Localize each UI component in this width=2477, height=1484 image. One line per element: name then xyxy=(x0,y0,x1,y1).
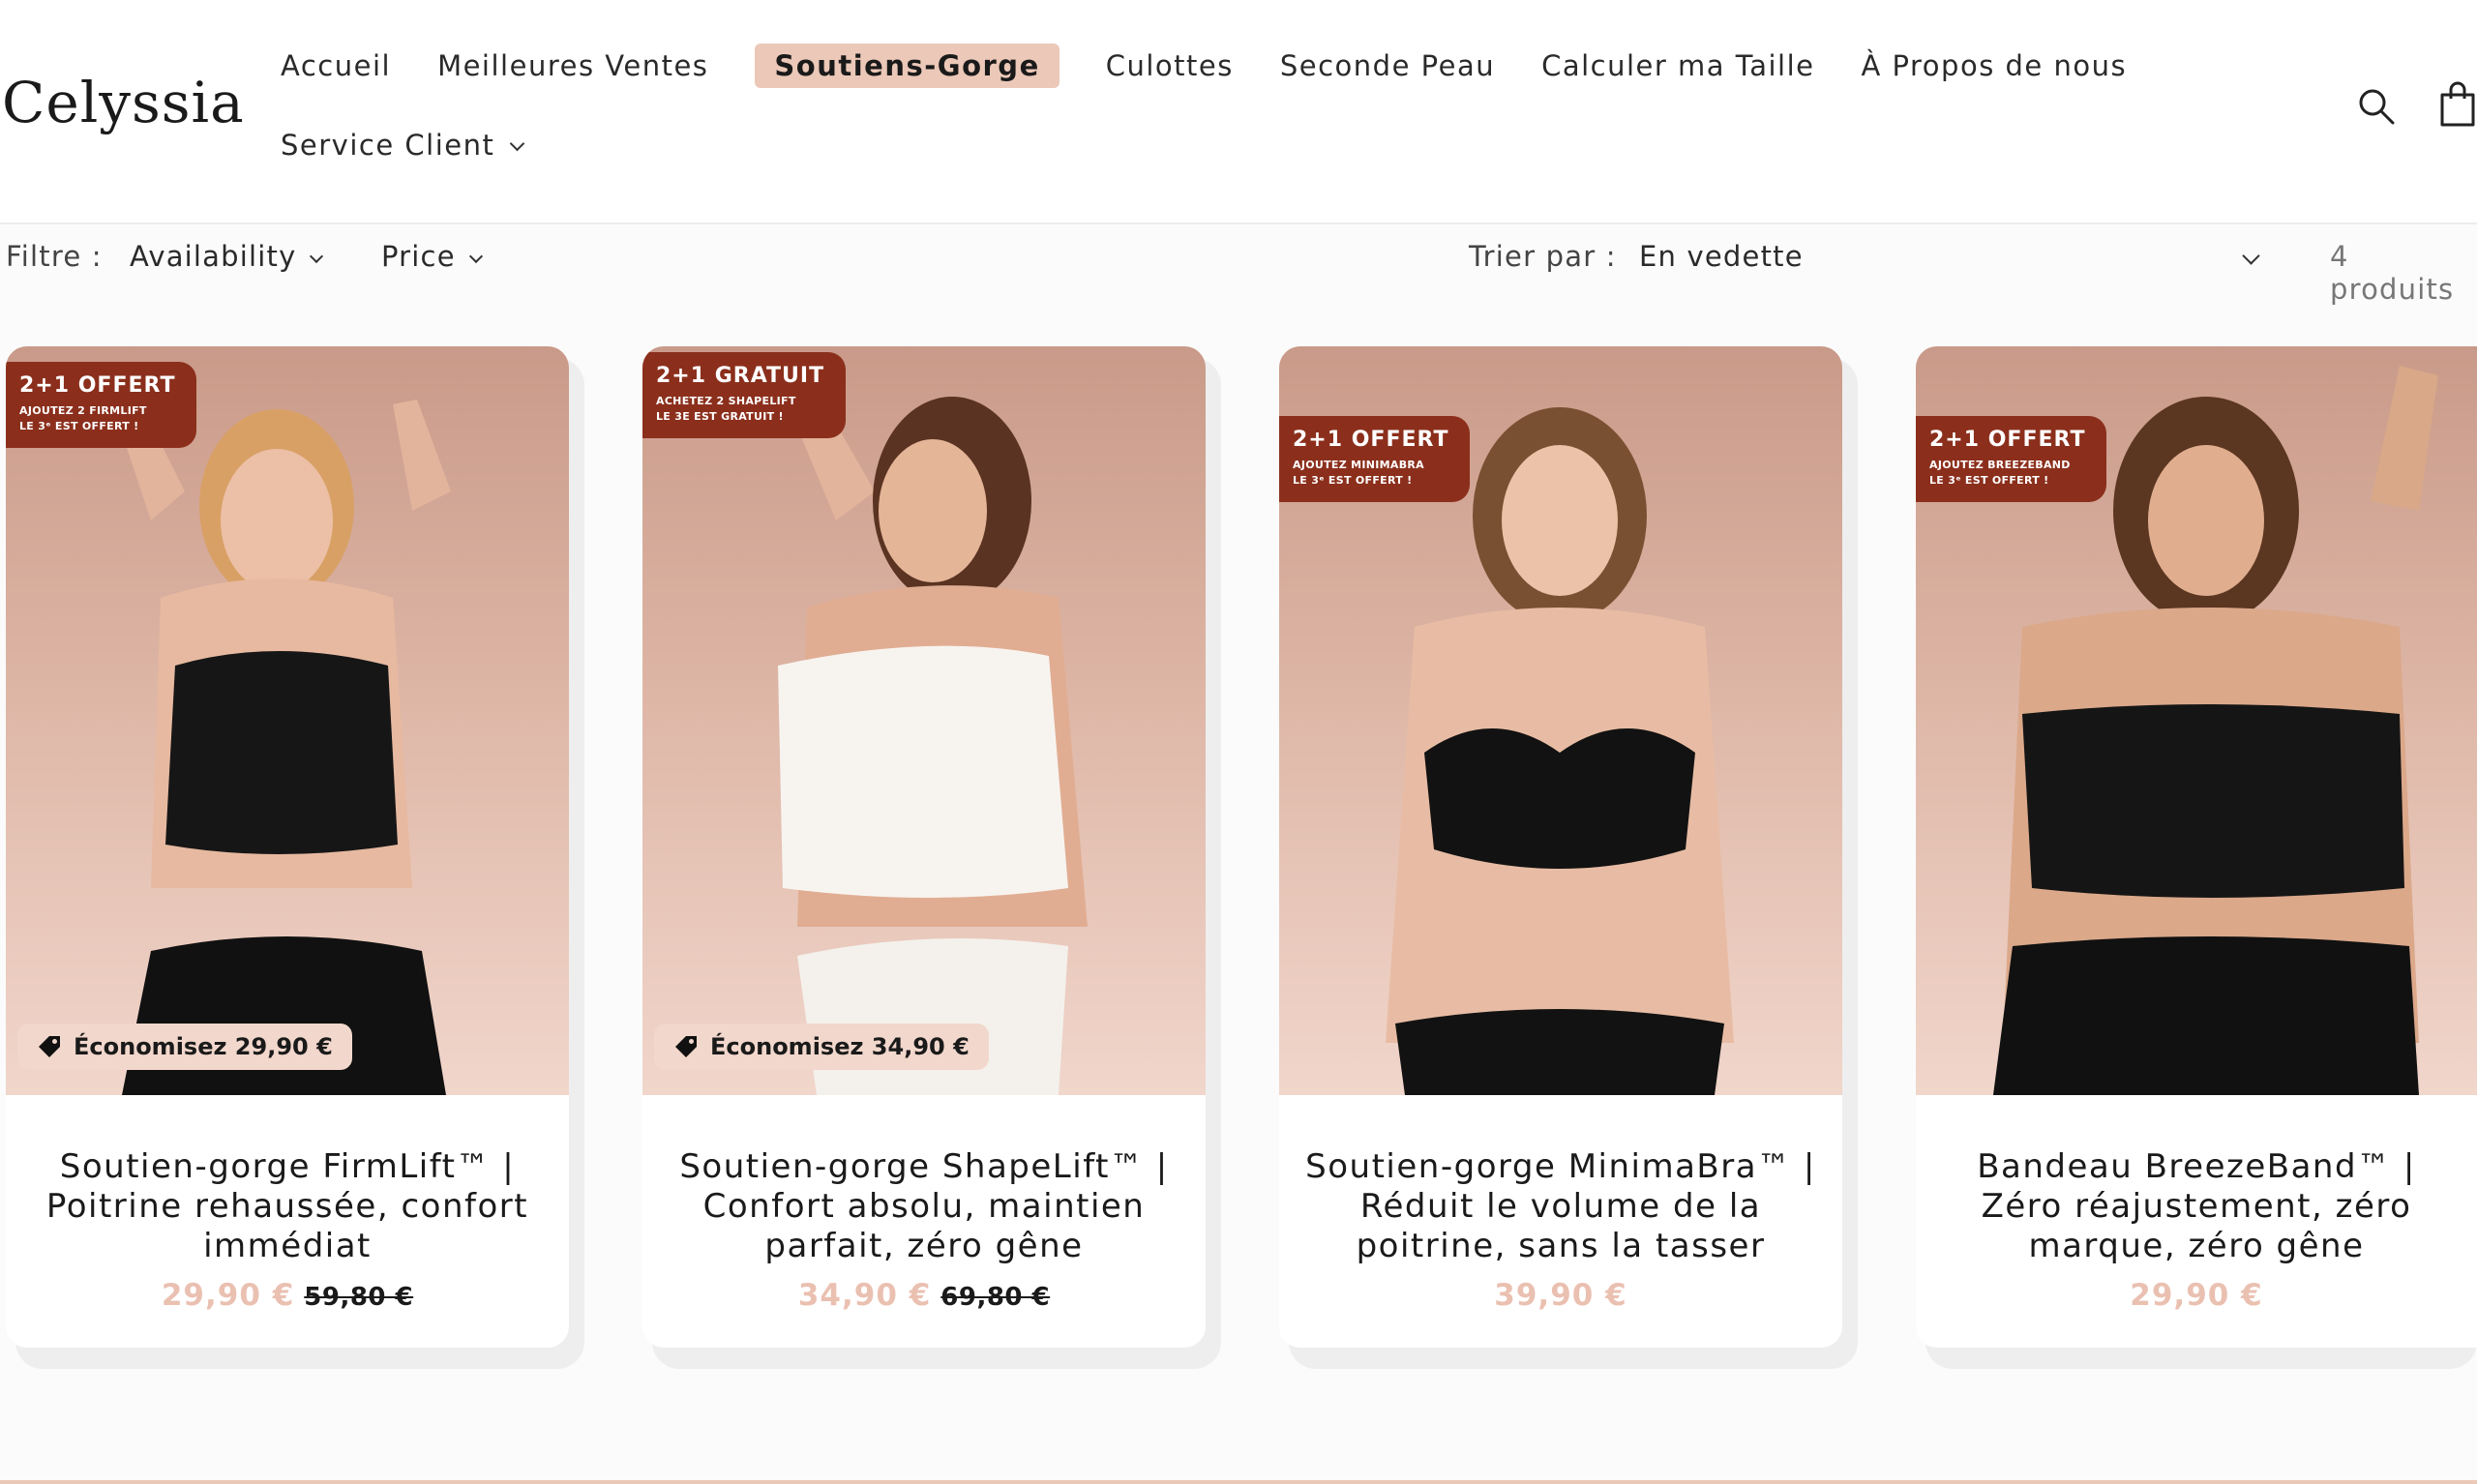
promo-title: 2+1 OFFERT xyxy=(19,373,176,398)
promo-line2: LE 3ᵉ EST OFFERT ! xyxy=(1293,474,1413,487)
nav-item-culottes[interactable]: Culottes xyxy=(1106,49,1234,82)
chevron-down-icon xyxy=(468,249,483,264)
filter-availability-dropdown[interactable]: Availability xyxy=(130,240,324,273)
sale-price: 29,90 € xyxy=(161,1278,295,1313)
search-icon[interactable] xyxy=(2357,87,2396,126)
sort-select[interactable]: En vedette xyxy=(1639,240,1804,273)
product-image[interactable]: 2+1 GRATUIT ACHETEZ 2 SHAPELIFT LE 3E ES… xyxy=(642,346,1206,1095)
savings-text: Économisez 34,90 € xyxy=(710,1033,970,1060)
original-price: 59,80 € xyxy=(304,1283,414,1312)
promo-badge: 2+1 OFFERT AJOUTEZ 2 FIRMLIFT LE 3ᵉ EST … xyxy=(6,362,197,448)
nav-item-service-client-label: Service Client xyxy=(281,129,495,162)
price-row: 29,90 € xyxy=(1935,1278,2458,1313)
nav-item-service-client[interactable]: Service Client xyxy=(281,129,525,162)
price-row: 39,90 € xyxy=(1298,1278,1823,1313)
filter-bar: Filtre : Availability Price Trier par : … xyxy=(0,226,2477,306)
chevron-down-icon xyxy=(310,249,324,264)
promo-title: 2+1 GRATUIT xyxy=(656,364,825,388)
card-body: Soutien-gorge ShapeLift™ | Confort absol… xyxy=(642,1095,1206,1348)
original-price: 69,80 € xyxy=(940,1283,1051,1312)
product-card-wrapper: 2+1 OFFERT AJOUTEZ BREEZEBAND LE 3ᵉ EST … xyxy=(1916,346,2477,1369)
promo-line2: LE 3ᵉ EST OFFERT ! xyxy=(1929,474,2049,487)
filter-label: Filtre : xyxy=(6,240,103,273)
nav-row-secondary: Service Client xyxy=(281,118,2196,172)
promo-line2: LE 3ᵉ EST OFFERT ! xyxy=(19,420,139,432)
sale-price: 34,90 € xyxy=(797,1278,932,1313)
promo-line1: ACHETEZ 2 SHAPELIFT xyxy=(656,395,796,407)
product-card-firmlift[interactable]: 2+1 OFFERT AJOUTEZ 2 FIRMLIFT LE 3ᵉ EST … xyxy=(6,346,569,1348)
promo-badge: 2+1 GRATUIT ACHETEZ 2 SHAPELIFT LE 3E ES… xyxy=(642,352,847,438)
chevron-down-icon xyxy=(510,135,525,152)
brand-logo[interactable]: Celyssia xyxy=(2,70,245,135)
product-title[interactable]: Soutien-gorge ShapeLift™ | Confort absol… xyxy=(662,1147,1186,1266)
chevron-down-icon[interactable] xyxy=(2242,247,2260,265)
product-card-wrapper: 2+1 OFFERT AJOUTEZ MINIMABRA LE 3ᵉ EST O… xyxy=(1279,346,1858,1369)
shopping-bag-icon[interactable] xyxy=(2438,81,2477,128)
promo-badge: 2+1 OFFERT AJOUTEZ BREEZEBAND LE 3ᵉ EST … xyxy=(1916,416,2107,502)
nav-item-a-propos[interactable]: À Propos de nous xyxy=(1861,49,2127,82)
promo-title: 2+1 OFFERT xyxy=(1929,428,2086,452)
product-title[interactable]: Soutien-gorge FirmLift™ | Poitrine rehau… xyxy=(25,1147,550,1266)
nav-item-meilleures-ventes[interactable]: Meilleures Ventes xyxy=(437,49,708,82)
nav-row-primary: Accueil Meilleures Ventes Soutiens-Gorge… xyxy=(281,39,2196,93)
savings-badge: Économisez 34,90 € xyxy=(654,1024,989,1070)
promo-line1: AJOUTEZ BREEZEBAND xyxy=(1929,459,2071,471)
nav-item-soutiens-gorge[interactable]: Soutiens-Gorge xyxy=(755,44,1059,88)
product-card-wrapper: 2+1 GRATUIT ACHETEZ 2 SHAPELIFT LE 3E ES… xyxy=(642,346,1221,1369)
price-row: 29,90 € 59,80 € xyxy=(25,1278,550,1313)
promo-line2: LE 3E EST GRATUIT ! xyxy=(656,410,784,423)
card-body: Bandeau BreezeBand™ | Zéro réajustement,… xyxy=(1916,1095,2477,1348)
product-card-minimabra[interactable]: 2+1 OFFERT AJOUTEZ MINIMABRA LE 3ᵉ EST O… xyxy=(1279,346,1842,1348)
card-body: Soutien-gorge FirmLift™ | Poitrine rehau… xyxy=(6,1095,569,1348)
nav-item-accueil[interactable]: Accueil xyxy=(281,49,391,82)
promo-line1: AJOUTEZ 2 FIRMLIFT xyxy=(19,404,147,417)
filter-price-label: Price xyxy=(381,240,456,273)
footer-divider xyxy=(0,1480,2477,1484)
sale-price: 39,90 € xyxy=(1494,1278,1627,1313)
card-body: Soutien-gorge MinimaBra™ | Réduit le vol… xyxy=(1279,1095,1842,1348)
product-image[interactable]: 2+1 OFFERT AJOUTEZ MINIMABRA LE 3ᵉ EST O… xyxy=(1279,346,1842,1095)
product-title[interactable]: Bandeau BreezeBand™ | Zéro réajustement,… xyxy=(1935,1147,2458,1266)
filter-availability-label: Availability xyxy=(130,240,297,273)
product-title[interactable]: Soutien-gorge MinimaBra™ | Réduit le vol… xyxy=(1298,1147,1823,1266)
nav-item-seconde-peau[interactable]: Seconde Peau xyxy=(1280,49,1495,82)
sale-price: 29,90 € xyxy=(2130,1278,2263,1313)
site-header: Celyssia Accueil Meilleures Ventes Souti… xyxy=(0,0,2477,224)
product-card-wrapper: 2+1 OFFERT AJOUTEZ 2 FIRMLIFT LE 3ᵉ EST … xyxy=(6,346,584,1369)
product-count: 4 produits xyxy=(2330,240,2455,306)
main-nav: Accueil Meilleures Ventes Soutiens-Gorge… xyxy=(281,39,2196,172)
product-image[interactable]: 2+1 OFFERT AJOUTEZ 2 FIRMLIFT LE 3ᵉ EST … xyxy=(6,346,569,1095)
model-photo xyxy=(778,390,1088,1095)
price-row: 34,90 € 69,80 € xyxy=(662,1278,1186,1313)
savings-badge: Économisez 29,90 € xyxy=(17,1024,352,1070)
filter-price-dropdown[interactable]: Price xyxy=(381,240,483,273)
promo-title: 2+1 OFFERT xyxy=(1293,428,1449,452)
price-tag-icon xyxy=(39,1036,60,1057)
model-photo xyxy=(112,395,451,1095)
promo-line1: AJOUTEZ MINIMABRA xyxy=(1293,459,1424,471)
nav-item-calculer-taille[interactable]: Calculer ma Taille xyxy=(1541,49,1814,82)
product-card-breezeband[interactable]: 2+1 OFFERT AJOUTEZ BREEZEBAND LE 3ᵉ EST … xyxy=(1916,346,2477,1348)
sort-label: Trier par : xyxy=(1469,240,1617,273)
product-card-shapelift[interactable]: 2+1 GRATUIT ACHETEZ 2 SHAPELIFT LE 3E ES… xyxy=(642,346,1206,1348)
price-tag-icon xyxy=(675,1036,697,1057)
product-image[interactable]: 2+1 OFFERT AJOUTEZ BREEZEBAND LE 3ᵉ EST … xyxy=(1916,346,2477,1095)
promo-badge: 2+1 OFFERT AJOUTEZ MINIMABRA LE 3ᵉ EST O… xyxy=(1279,416,1471,502)
savings-text: Économisez 29,90 € xyxy=(74,1033,333,1060)
